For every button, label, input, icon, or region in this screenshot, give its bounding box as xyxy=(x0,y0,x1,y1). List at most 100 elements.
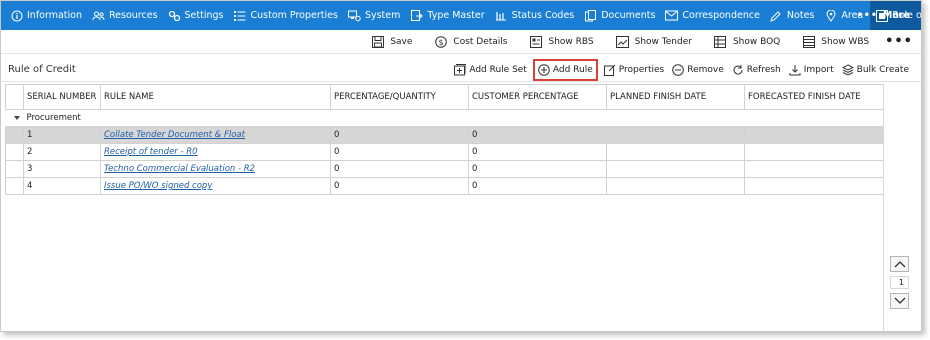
column-header-percentage[interactable]: PERCENTAGE/QUANTITY xyxy=(330,84,469,110)
show-rbs-button[interactable]: Show RBS xyxy=(529,35,594,48)
nav-resources-label: Resources xyxy=(109,10,158,21)
column-header-planned-finish[interactable]: PLANNED FINISH DATE xyxy=(606,84,745,110)
caret-down-icon[interactable] xyxy=(13,115,20,120)
refresh-icon xyxy=(732,64,744,76)
remove-label: Remove xyxy=(687,65,724,75)
show-tender-button[interactable]: Show Tender xyxy=(615,35,692,48)
column-header-rule-name[interactable]: RULE NAME xyxy=(100,84,331,110)
pencil-icon xyxy=(770,9,783,22)
cell-planned-finish xyxy=(606,126,745,144)
add-rule-set-button[interactable]: Add Rule Set xyxy=(454,64,527,76)
nav-correspondence-label: Correspondence xyxy=(682,10,760,21)
bulk-create-button[interactable]: Bulk Create xyxy=(841,64,909,76)
nav-information[interactable]: Information xyxy=(5,1,87,30)
cell-rule-name: Techno Commercial Evaluation - R2 xyxy=(100,160,331,178)
show-wbs-label: Show WBS xyxy=(821,36,870,47)
show-wbs-button[interactable]: Show WBS xyxy=(802,35,869,48)
rule-link[interactable]: Receipt of tender - R0 xyxy=(104,147,198,157)
nav-documents[interactable]: Documents xyxy=(579,1,660,30)
column-header-forecasted-finish[interactable]: FORECASTED FINISH DATE xyxy=(744,84,884,110)
grid-actions: Add Rule Set Add Rule Properties Remove … xyxy=(446,58,909,82)
nav-settings[interactable]: Settings xyxy=(163,1,229,30)
cell-serial: 2 xyxy=(23,143,101,161)
save-label: Save xyxy=(390,36,413,47)
minus-circle-icon xyxy=(672,64,685,76)
people-icon xyxy=(92,9,105,22)
cell-forecasted-finish xyxy=(744,160,884,178)
cell-percentage: 0 xyxy=(330,143,469,161)
show-boq-button[interactable]: Show BOQ xyxy=(714,35,780,48)
cell-forecasted-finish xyxy=(744,143,884,161)
nav-correspondence[interactable]: Correspondence xyxy=(660,1,765,30)
boq-icon xyxy=(714,35,727,48)
refresh-label: Refresh xyxy=(746,65,781,75)
cell-percentage: 0 xyxy=(330,160,469,178)
save-icon xyxy=(371,35,384,48)
tender-icon xyxy=(615,35,629,48)
cell-rule-name: Issue PO/WO signed copy xyxy=(100,177,331,195)
page-title: Rule of Credit xyxy=(8,64,76,75)
envelope-icon xyxy=(665,9,679,22)
group-label: Procurement xyxy=(23,109,884,127)
rbs-icon xyxy=(529,35,542,48)
nav-settings-label: Settings xyxy=(184,10,224,21)
type-master-icon xyxy=(410,9,423,22)
grid-header-row: SERIAL NUMBER RULE NAME PERCENTAGE/QUANT… xyxy=(5,84,884,110)
nav-resources[interactable]: Resources xyxy=(87,1,163,30)
cell-rule-name: Receipt of tender - R0 xyxy=(100,143,331,161)
cost-details-button[interactable]: $ Cost Details xyxy=(434,35,507,48)
section-header: Rule of Credit Add Rule Set Add Rule Pro… xyxy=(1,58,921,82)
cell-forecasted-finish xyxy=(744,177,884,195)
cell-planned-finish xyxy=(606,143,745,161)
nav-type-master[interactable]: Type Master xyxy=(405,1,489,30)
nav-system-label: System xyxy=(364,10,401,21)
cell-serial: 1 xyxy=(23,126,101,144)
row-indicator xyxy=(5,160,24,178)
app-window: Information Resources Settings Custom Pr… xyxy=(0,0,922,332)
table-row[interactable]: 4 Issue PO/WO signed copy 0 0 xyxy=(5,177,884,195)
cell-planned-finish xyxy=(606,177,745,195)
cell-percentage: 0 xyxy=(330,177,469,195)
save-button[interactable]: Save xyxy=(371,35,412,48)
map-pin-icon xyxy=(824,9,837,22)
rule-link[interactable]: Techno Commercial Evaluation - R2 xyxy=(104,164,255,174)
nav-notes[interactable]: Notes xyxy=(765,1,819,30)
nav-more[interactable]: ••• More xyxy=(852,1,915,30)
nav-status-codes[interactable]: Status Codes xyxy=(490,1,580,30)
layers-icon xyxy=(841,64,854,76)
cost-details-label: Cost Details xyxy=(453,36,508,47)
column-header-serial[interactable]: SERIAL NUMBER xyxy=(23,84,101,110)
table-row[interactable]: 3 Techno Commercial Evaluation - R2 0 0 xyxy=(5,160,884,178)
add-rule-button[interactable]: Add Rule xyxy=(532,59,598,81)
page-down-button[interactable] xyxy=(890,293,909,309)
table-row[interactable]: 1 Collate Tender Document & Float 0 0 xyxy=(5,126,884,144)
properties-button[interactable]: Properties xyxy=(603,64,664,76)
page-up-button[interactable] xyxy=(890,256,909,272)
page-number[interactable]: 1 xyxy=(890,276,909,289)
cell-planned-finish xyxy=(606,160,745,178)
toolbar-more-icon[interactable]: ••• xyxy=(885,34,913,49)
settings-icon xyxy=(168,9,181,22)
show-boq-label: Show BOQ xyxy=(732,36,781,47)
add-rule-label: Add Rule xyxy=(552,65,593,75)
system-icon xyxy=(347,9,361,22)
bulk-create-label: Bulk Create xyxy=(856,65,909,75)
cell-serial: 4 xyxy=(23,177,101,195)
group-row[interactable]: Procurement xyxy=(5,109,884,127)
add-rule-set-icon xyxy=(454,64,467,76)
table-row[interactable]: 2 Receipt of tender - R0 0 0 xyxy=(5,143,884,161)
nav-system[interactable]: System xyxy=(343,1,405,30)
column-header-customer-percentage[interactable]: CUSTOMER PERCENTAGE xyxy=(468,84,607,110)
refresh-button[interactable]: Refresh xyxy=(732,64,781,76)
svg-text:$: $ xyxy=(438,37,443,46)
remove-button[interactable]: Remove xyxy=(672,64,724,76)
cell-percentage: 0 xyxy=(330,126,469,144)
import-button[interactable]: Import xyxy=(789,64,834,76)
nav-status-codes-label: Status Codes xyxy=(511,10,575,21)
chevron-down-icon xyxy=(894,297,905,304)
top-nav: Information Resources Settings Custom Pr… xyxy=(1,1,921,30)
rule-link[interactable]: Issue PO/WO signed copy xyxy=(104,181,212,191)
nav-custom-properties[interactable]: Custom Properties xyxy=(229,1,343,30)
rule-link[interactable]: Collate Tender Document & Float xyxy=(104,130,245,140)
group-toggle[interactable] xyxy=(5,109,24,127)
